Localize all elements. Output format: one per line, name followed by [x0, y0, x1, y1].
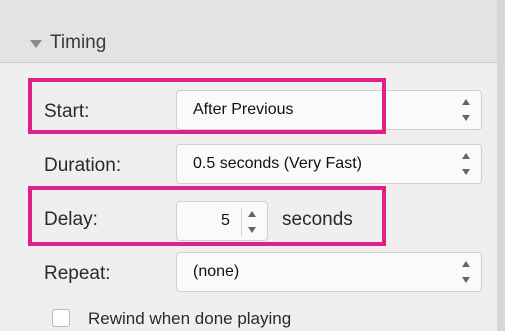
duration-value: 0.5 seconds (Very Fast) [193, 155, 362, 172]
timing-panel: Timing Start: After Previous Duration: 0… [0, 0, 505, 331]
highlight-start-box [28, 78, 386, 134]
select-arrows-icon [461, 261, 473, 283]
select-arrows-icon [461, 153, 473, 175]
timing-section-header[interactable]: Timing [0, 0, 497, 63]
repeat-label: Repeat: [44, 263, 111, 284]
panel-edge [497, 0, 505, 331]
highlight-delay-box [28, 186, 386, 246]
duration-label: Duration: [44, 155, 122, 176]
select-arrows-icon [461, 99, 473, 121]
repeat-value: (none) [193, 263, 240, 280]
rewind-label[interactable]: Rewind when done playing [88, 309, 291, 329]
section-title: Timing [50, 32, 107, 53]
repeat-select[interactable]: (none) [176, 252, 482, 292]
duration-select[interactable]: 0.5 seconds (Very Fast) [176, 144, 482, 184]
rewind-checkbox[interactable] [52, 309, 70, 327]
collapse-triangle-icon[interactable] [30, 40, 42, 48]
